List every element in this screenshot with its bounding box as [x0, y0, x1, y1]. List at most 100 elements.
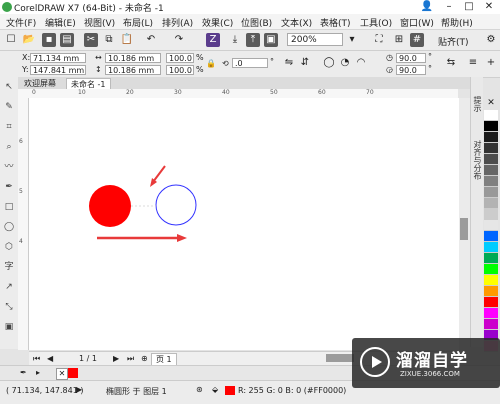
- menu-table[interactable]: 表格(T): [320, 16, 351, 29]
- tab-hints[interactable]: 提示: [472, 96, 483, 112]
- palette-swatch[interactable]: [484, 165, 498, 176]
- lock-ratio-icon[interactable]: 🔒: [206, 59, 216, 68]
- publish-pdf-icon[interactable]: ▣: [264, 33, 278, 47]
- vertical-scroll-thumb[interactable]: [460, 218, 468, 240]
- palette-swatch[interactable]: [484, 308, 498, 319]
- prev-page-icon[interactable]: ◀: [47, 354, 53, 363]
- artistic-media-icon[interactable]: ✒: [3, 181, 15, 193]
- palette-swatch[interactable]: [484, 319, 498, 330]
- no-color-swatch[interactable]: ✕: [56, 368, 68, 380]
- minimize-button[interactable]: –: [438, 0, 460, 14]
- add-icon[interactable]: +: [484, 56, 498, 70]
- y-position-field[interactable]: 147.841 mm: [30, 65, 86, 75]
- full-screen-icon[interactable]: ⛶: [372, 33, 386, 47]
- palette-swatch[interactable]: [484, 187, 498, 198]
- palette-swatch[interactable]: [484, 198, 498, 209]
- palette-swatch[interactable]: [484, 253, 498, 264]
- first-page-icon[interactable]: ⏮: [33, 354, 40, 364]
- maximize-button[interactable]: □: [458, 0, 480, 14]
- crop-tool-icon[interactable]: ⌗: [3, 121, 15, 133]
- chevron-down-icon[interactable]: ▾: [345, 33, 359, 47]
- tab-align-distribute[interactable]: 对齐与分布: [472, 140, 483, 180]
- color-mode-icon[interactable]: ⊛: [196, 385, 203, 394]
- drawing-canvas[interactable]: [29, 98, 459, 350]
- paste-icon[interactable]: 📋: [120, 33, 134, 47]
- scale-x-field[interactable]: 100.0: [166, 53, 194, 63]
- palette-swatch[interactable]: [484, 242, 498, 253]
- arc-mode-icon[interactable]: ◠: [354, 56, 368, 70]
- menu-view[interactable]: 视图(V): [84, 16, 115, 29]
- show-rulers-icon[interactable]: ⊞: [392, 33, 406, 47]
- shape-tool-icon[interactable]: ✎: [3, 101, 15, 113]
- menu-tools[interactable]: 工具(O): [360, 16, 392, 29]
- palette-swatch[interactable]: [484, 154, 498, 165]
- tab-welcome-screen[interactable]: 欢迎屏幕: [20, 78, 60, 89]
- menu-help[interactable]: 帮助(H): [441, 16, 473, 29]
- menu-effects[interactable]: 效果(C): [202, 16, 233, 29]
- zoom-tool-icon[interactable]: ⌕: [3, 141, 15, 153]
- eyedropper-icon[interactable]: ✒: [20, 368, 27, 377]
- document-red-swatch[interactable]: [68, 368, 78, 378]
- import-icon[interactable]: ⤓: [228, 33, 242, 47]
- palette-swatch[interactable]: [484, 143, 498, 154]
- palette-swatch[interactable]: [484, 275, 498, 286]
- add-page-icon[interactable]: ⊕: [141, 354, 148, 363]
- polygon-tool-icon[interactable]: ⬡: [3, 241, 15, 253]
- save-icon[interactable]: ▪: [42, 33, 56, 47]
- end-angle-field[interactable]: 90.0: [396, 65, 426, 75]
- palette-swatch[interactable]: [484, 121, 498, 132]
- direction-toggle-icon[interactable]: ⇆: [444, 56, 458, 70]
- wrap-text-icon[interactable]: ≡: [466, 56, 480, 70]
- blue-outline-circle[interactable]: [155, 184, 197, 226]
- menu-layout[interactable]: 布局(L): [123, 16, 153, 29]
- close-button[interactable]: ✕: [478, 0, 500, 14]
- parallel-dimension-icon[interactable]: ↗: [3, 281, 15, 293]
- red-filled-circle[interactable]: [89, 185, 131, 227]
- copy-icon[interactable]: ⧉: [102, 33, 116, 47]
- mirror-vertical-icon[interactable]: ⇵: [298, 56, 312, 70]
- mirror-horizontal-icon[interactable]: ⇋: [282, 56, 296, 70]
- snap-to-dropdown[interactable]: 贴齐(T): [438, 35, 469, 48]
- palette-swatch[interactable]: [484, 231, 498, 242]
- menu-arrange[interactable]: 排列(A): [162, 16, 193, 29]
- start-angle-field[interactable]: 90.0: [396, 53, 426, 63]
- menu-bitmaps[interactable]: 位图(B): [241, 16, 272, 29]
- text-tool-icon[interactable]: 字: [3, 261, 15, 273]
- show-grid-icon[interactable]: #: [410, 33, 424, 47]
- palette-swatch[interactable]: [484, 176, 498, 187]
- print-icon[interactable]: ▤: [60, 33, 74, 47]
- next-page-icon[interactable]: ▶: [113, 354, 119, 363]
- rectangle-tool-icon[interactable]: □: [3, 201, 15, 213]
- vertical-ruler[interactable]: 6 5 4: [18, 98, 29, 350]
- user-icon[interactable]: 👤: [416, 0, 438, 14]
- palette-swatch[interactable]: [484, 110, 498, 121]
- cut-icon[interactable]: ✂: [84, 33, 98, 47]
- new-document-icon[interactable]: ☐: [4, 33, 18, 47]
- height-field[interactable]: 10.186 mm: [105, 65, 161, 75]
- chevron-right-icon[interactable]: ▸: [36, 368, 40, 377]
- ellipse-tool-icon[interactable]: ◯: [3, 221, 15, 233]
- freehand-tool-icon[interactable]: 〰: [3, 161, 15, 173]
- menu-text[interactable]: 文本(X): [281, 16, 312, 29]
- last-page-icon[interactable]: ⏭: [127, 354, 134, 364]
- undo-icon[interactable]: ↶: [144, 33, 158, 47]
- pie-mode-icon[interactable]: ◔: [338, 56, 352, 70]
- pick-tool-icon[interactable]: ↖: [3, 81, 15, 93]
- palette-swatch[interactable]: [484, 264, 498, 275]
- width-field[interactable]: 10.186 mm: [105, 53, 161, 63]
- drop-shadow-icon[interactable]: ▣: [3, 321, 15, 333]
- status-play-icon[interactable]: ▶: [76, 385, 82, 394]
- connector-tool-icon[interactable]: ⤡: [3, 301, 15, 313]
- search-content-icon[interactable]: Z: [206, 33, 220, 47]
- zoom-select[interactable]: 200%: [287, 33, 343, 46]
- export-icon[interactable]: ⤒: [246, 33, 260, 47]
- palette-swatch[interactable]: [484, 220, 498, 231]
- palette-swatch[interactable]: [484, 286, 498, 297]
- menu-file[interactable]: 文件(F): [6, 16, 36, 29]
- options-gear-icon[interactable]: ⚙: [484, 33, 498, 47]
- no-color-icon[interactable]: ✕: [484, 98, 498, 109]
- horizontal-scroll-thumb[interactable]: [326, 354, 354, 362]
- scale-y-field[interactable]: 100.0: [166, 65, 194, 75]
- x-position-field[interactable]: 71.134 mm: [30, 53, 86, 63]
- menu-window[interactable]: 窗口(W): [400, 16, 434, 29]
